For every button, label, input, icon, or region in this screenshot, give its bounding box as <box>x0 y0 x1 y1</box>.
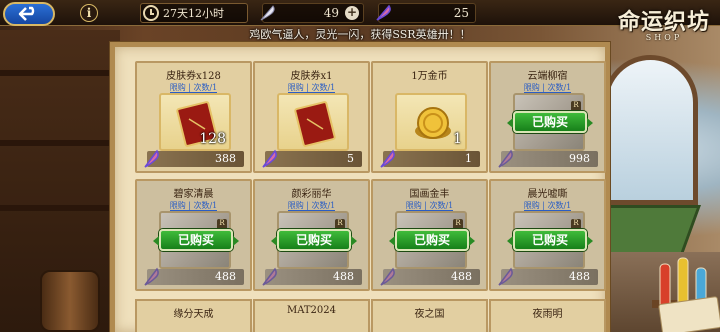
item-price: 488 <box>451 270 472 283</box>
shop-item-card[interactable]: 缘分天成 <box>135 299 252 332</box>
rainbow-feather-icon <box>498 267 513 286</box>
price-bar: 488 <box>144 267 244 286</box>
shop-item-card-sold[interactable]: 颜彩丽华 限购 | 次数/1 R 已购买 488 <box>253 179 370 291</box>
price-bar: 1 <box>380 149 480 168</box>
item-title: 皮肤券x128 <box>166 71 221 82</box>
item-count: 1 <box>453 131 462 147</box>
item-tags: 限购 | 次数/1 <box>287 201 336 211</box>
announcement-ticker: 鸡欧气逼人，灵光一闪，获得SSR英雄卅！！ <box>249 28 471 41</box>
item-price: 1 <box>465 152 472 165</box>
item-title: 1万金币 <box>411 71 448 82</box>
item-price: 998 <box>569 152 590 165</box>
item-tags: 限购 | 次数/1 <box>523 201 572 211</box>
rainbow-feather-icon <box>262 149 277 168</box>
price-bar: 998 <box>498 149 598 168</box>
item-tags: 限购 | 次数/1 <box>169 201 218 211</box>
price-bar: 488 <box>262 267 362 286</box>
shop-item-card-sold[interactable]: 碧家清晨 限购 | 次数/1 R 已购买 488 <box>135 179 252 291</box>
shop-item-card[interactable]: 皮肤券x128 限购 | 次数/1 128 388 <box>135 61 252 173</box>
shop-item-card[interactable]: 夜雨明 <box>489 299 606 332</box>
skin-ticket-icon <box>294 101 336 147</box>
back-arrow-icon <box>18 6 35 21</box>
shop-item-card[interactable]: 1万金币 1 1 <box>371 61 488 173</box>
item-title: 夜雨明 <box>532 309 563 320</box>
top-bar: i 27天12小时 49 + 25 命运织坊 SHOP <box>0 0 720 42</box>
item-title: 晨光嘘嘶 <box>527 189 568 200</box>
back-button[interactable] <box>3 2 55 26</box>
shop-item-card[interactable]: MAT2024 <box>253 299 370 332</box>
rainbow-feather-icon <box>376 4 391 21</box>
feather-amount: 49 <box>323 6 339 20</box>
item-price: 488 <box>569 270 590 283</box>
rainbow-currency: 25 <box>376 3 476 23</box>
item-title: 云端柳宿 <box>527 71 568 82</box>
item-title: 皮肤券x1 <box>290 71 333 82</box>
feather-currency: 49 + <box>260 3 364 23</box>
feather-icon <box>260 5 275 21</box>
info-button[interactable]: i <box>80 4 98 22</box>
rainbow-feather-icon <box>380 149 395 168</box>
logo-title: 命运织坊 <box>617 9 710 35</box>
shelf <box>0 205 110 211</box>
add-feather-button[interactable]: + <box>345 6 359 20</box>
shop-item-card-sold[interactable]: 云端柳宿 限购 | 次数/1 R 已购买 998 <box>489 61 606 173</box>
item-title: 碧家清晨 <box>173 189 214 200</box>
gold-coin-icon <box>415 107 451 139</box>
item-tags: 限购 | 次数/1 <box>405 201 454 211</box>
item-title: MAT2024 <box>286 305 337 316</box>
price-bar: 488 <box>498 267 598 286</box>
shop-item-card-sold[interactable]: 晨光嘘嘶 限购 | 次数/1 R 已购买 488 <box>489 179 606 291</box>
item-title: 颜彩丽华 <box>291 189 332 200</box>
bought-button[interactable]: 已购买 <box>153 229 239 251</box>
timer-text: 27天12小时 <box>163 7 224 20</box>
rainbow-amount: 25 <box>453 6 469 20</box>
rainbow-feather-icon <box>380 267 395 286</box>
item-tags: 限购 | 次数/1 <box>523 83 572 93</box>
item-tags: 限购 | 次数/1 <box>287 83 336 93</box>
shop-panel: 皮肤券x128 限购 | 次数/1 128 388 皮肤券x1 限购 | 次数/… <box>110 42 610 332</box>
item-thumbnail: 1 <box>395 93 467 151</box>
item-price: 388 <box>215 152 236 165</box>
shelf <box>0 70 110 76</box>
refresh-timer: 27天12小时 <box>140 3 248 23</box>
shop-item-card[interactable]: 夜之国 <box>371 299 488 332</box>
barrel <box>40 270 100 332</box>
price-bar: 388 <box>144 149 244 168</box>
shop-item-card[interactable]: 皮肤券x1 限购 | 次数/1 5 <box>253 61 370 173</box>
item-title: 国画金丰 <box>409 189 450 200</box>
shop-item-card-sold[interactable]: 国画金丰 限购 | 次数/1 R 已购买 488 <box>371 179 488 291</box>
item-thumbnail: 128 <box>159 93 231 151</box>
rainbow-feather-icon <box>498 149 513 168</box>
item-price: 5 <box>347 152 354 165</box>
bought-button[interactable]: 已购买 <box>271 229 357 251</box>
clock-icon <box>143 5 159 21</box>
rainbow-feather-icon <box>144 267 159 286</box>
rainbow-feather-icon <box>262 267 277 286</box>
item-count: 128 <box>199 131 226 147</box>
price-bar: 488 <box>380 267 480 286</box>
item-thumbnail <box>277 93 349 151</box>
shop-logo: 命运织坊 SHOP <box>614 4 714 42</box>
bought-button[interactable]: 已购买 <box>389 229 475 251</box>
item-title: 缘分天成 <box>173 309 214 320</box>
rainbow-feather-icon <box>144 149 159 168</box>
item-title: 夜之国 <box>414 309 445 320</box>
item-price: 488 <box>333 270 354 283</box>
bought-button[interactable]: 已购买 <box>507 111 593 133</box>
shelf <box>0 140 110 146</box>
item-price: 488 <box>215 270 236 283</box>
price-bar: 5 <box>262 149 362 168</box>
arched-window <box>603 55 698 205</box>
item-tags: 限购 | 次数/1 <box>169 83 218 93</box>
bought-button[interactable]: 已购买 <box>507 229 593 251</box>
